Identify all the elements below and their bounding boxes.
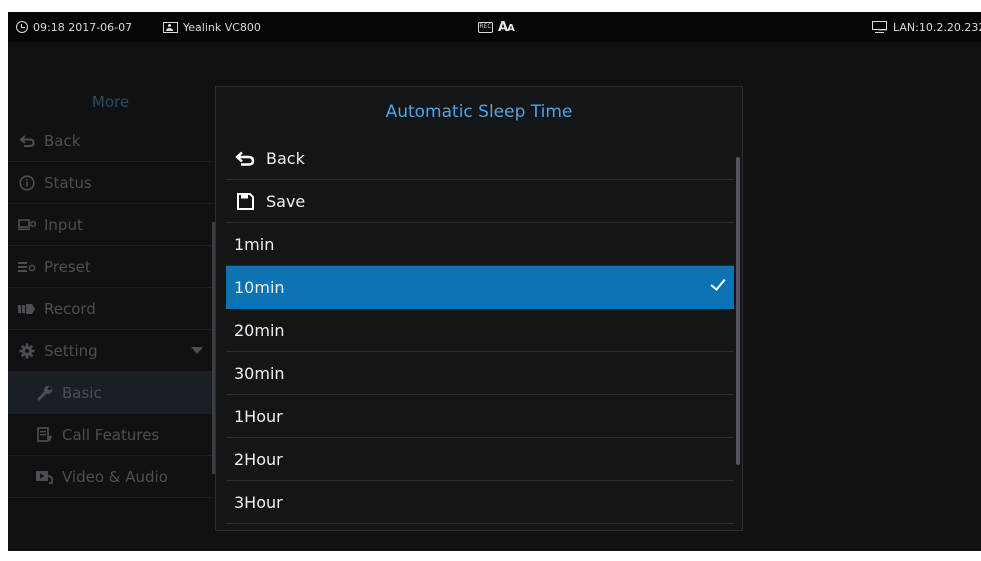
option-label: 2Hour	[234, 449, 283, 469]
input-icon	[18, 217, 36, 233]
device-name-text: Yealink VC800	[183, 20, 261, 34]
network-icon	[872, 20, 887, 34]
save-label: Save	[266, 191, 306, 211]
menu-item-status[interactable]: Status	[8, 162, 213, 204]
datetime-text: 09:18 2017-06-07	[33, 20, 133, 34]
preset-icon	[18, 259, 36, 275]
back-button[interactable]: Back	[226, 137, 734, 180]
menu-item-label: Preset	[44, 257, 91, 276]
chevron-down-icon	[191, 347, 203, 354]
dialog-scrollbar[interactable]	[736, 157, 740, 465]
option-1hour[interactable]: 1Hour	[226, 395, 734, 438]
menu-item-label: Basic	[62, 383, 102, 402]
status-indicators: REC AA	[478, 12, 515, 42]
menu-item-label: Status	[44, 173, 92, 192]
contact-icon	[163, 21, 178, 33]
info-icon	[18, 174, 36, 191]
device-name: Yealink VC800	[163, 12, 261, 42]
clock: 09:18 2017-06-07	[16, 12, 132, 42]
menu-item-label: Record	[44, 299, 96, 318]
menu-item-preset[interactable]: Preset	[8, 246, 213, 288]
status-bar: 09:18 2017-06-07 Yealink VC800 REC AA LA…	[8, 12, 981, 42]
save-icon	[234, 192, 256, 210]
menu-item-label: Video & Audio	[62, 467, 168, 486]
check-icon	[710, 275, 726, 291]
dialog-title: Automatic Sleep Time	[385, 102, 573, 122]
record-status-icon: REC	[478, 21, 493, 33]
menu-item-label: Back	[44, 131, 81, 150]
menu-item-setting[interactable]: Setting	[8, 330, 213, 372]
back-label: Back	[266, 148, 305, 168]
option-label: 1Hour	[234, 406, 283, 426]
menu-title: More	[91, 93, 130, 111]
menu-item-basic[interactable]: Basic	[8, 372, 213, 414]
option-label: 30min	[234, 363, 285, 383]
back-arrow-icon	[18, 133, 36, 149]
option-label: 20min	[234, 320, 285, 340]
menu-item-call-features[interactable]: Call Features	[8, 414, 213, 456]
menu-item-back[interactable]: Back	[8, 120, 213, 162]
back-arrow-icon	[234, 149, 256, 167]
video-audio-icon	[36, 469, 54, 485]
option-3hour[interactable]: 3Hour	[226, 481, 734, 524]
sleep-time-dialog: Automatic Sleep Time Back Save 1min 10mi…	[215, 86, 743, 531]
network-status: LAN:10.2.20.232	[872, 12, 981, 42]
font-size-icon: AA	[498, 19, 515, 35]
option-list: Back Save 1min 10min 20min 30min 1Hour 2…	[226, 137, 734, 524]
wrench-icon	[36, 385, 54, 401]
call-features-icon	[36, 426, 54, 443]
lan-text: LAN:10.2.20.232	[893, 20, 981, 34]
menu-item-label: Setting	[44, 341, 98, 360]
record-icon	[18, 301, 36, 317]
more-menu: More Back Status Input Preset Record Set…	[8, 84, 213, 498]
option-label: 1min	[234, 234, 275, 254]
option-label: 10min	[234, 277, 285, 297]
menu-item-label: Input	[44, 215, 83, 234]
menu-item-video-audio[interactable]: Video & Audio	[8, 456, 213, 498]
save-button[interactable]: Save	[226, 180, 734, 223]
screen: 09:18 2017-06-07 Yealink VC800 REC AA LA…	[8, 12, 981, 551]
option-2hour[interactable]: 2Hour	[226, 438, 734, 481]
gear-icon	[18, 343, 36, 359]
menu-item-input[interactable]: Input	[8, 204, 213, 246]
menu-item-label: Call Features	[62, 425, 160, 444]
option-20min[interactable]: 20min	[226, 309, 734, 352]
option-10min[interactable]: 10min	[226, 266, 734, 309]
option-30min[interactable]: 30min	[226, 352, 734, 395]
menu-item-record[interactable]: Record	[8, 288, 213, 330]
clock-icon	[16, 21, 28, 33]
option-1min[interactable]: 1min	[226, 223, 734, 266]
option-label: 3Hour	[234, 492, 283, 512]
